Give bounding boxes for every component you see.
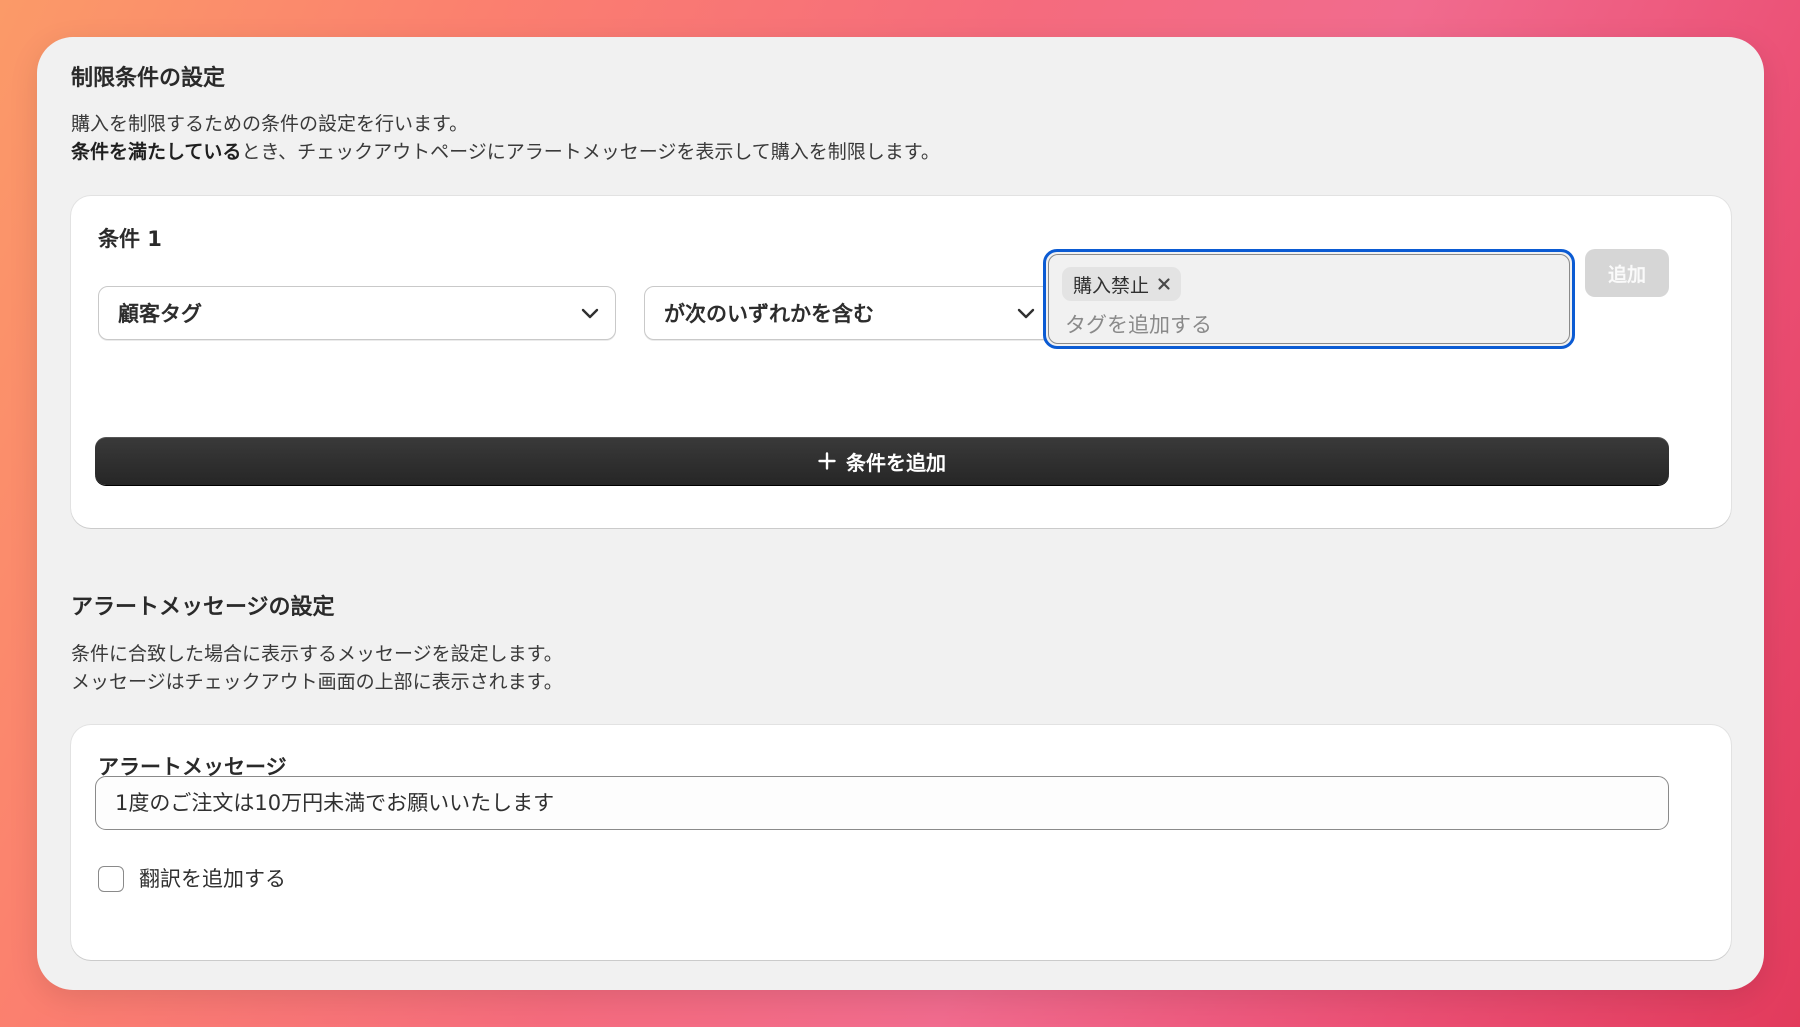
restrictions-description-line1: 購入を制限するための条件の設定を行います。	[71, 113, 469, 135]
close-icon[interactable]	[1157, 277, 1171, 291]
tag-chip: 購入禁止	[1062, 267, 1182, 301]
restrictions-description: 購入を制限するための条件の設定を行います。 条件を満たしているとき、チェックアウ…	[71, 110, 940, 166]
alert-description-line1: 条件に合致した場合に表示するメッセージを設定します。	[71, 643, 563, 665]
condition-field-select[interactable]: 顧客タグ	[98, 286, 616, 340]
alert-description-line2: メッセージはチェックアウト画面の上部に表示されます。	[71, 671, 563, 693]
add-condition-button[interactable]: 条件を追加	[95, 437, 1669, 485]
alert-message-label: アラートメッセージ	[98, 755, 287, 779]
condition-title: 条件 1	[98, 227, 162, 251]
plus-icon	[818, 452, 836, 470]
alert-description: 条件に合致した場合に表示するメッセージを設定します。 メッセージはチェックアウト…	[71, 640, 563, 696]
chevron-down-icon	[581, 308, 599, 319]
restrictions-description-emphasis: 条件を満たしている	[71, 141, 242, 163]
alert-section-title: アラートメッセージの設定	[71, 595, 335, 620]
alert-message-value: 1度のご注文は10万円未満でお願いいたします	[115, 791, 555, 815]
add-translation-label[interactable]: 翻訳を追加する	[139, 866, 286, 892]
tag-input[interactable]: 購入禁止 タグを追加する	[1043, 249, 1575, 349]
condition-field-value: 顧客タグ	[118, 302, 202, 326]
condition-operator-select[interactable]: が次のいずれかを含む	[644, 286, 1052, 340]
tag-input-placeholder: タグを追加する	[1065, 313, 1212, 337]
alert-message-input[interactable]: 1度のご注文は10万円未満でお願いいたします	[95, 776, 1669, 830]
alert-message-card	[71, 725, 1731, 960]
condition-operator-value: が次のいずれかを含む	[664, 302, 874, 326]
restrictions-section-title: 制限条件の設定	[71, 66, 226, 91]
settings-panel: 制限条件の設定 購入を制限するための条件の設定を行います。 条件を満たしていると…	[37, 37, 1764, 990]
add-tag-button[interactable]: 追加	[1585, 249, 1669, 297]
add-translation-checkbox[interactable]	[98, 866, 124, 892]
chevron-down-icon	[1017, 308, 1035, 319]
restrictions-description-line2: とき、チェックアウトページにアラートメッセージを表示して購入を制限します。	[241, 141, 940, 163]
add-condition-label: 条件を追加	[846, 450, 946, 475]
tag-chip-label: 購入禁止	[1073, 274, 1150, 297]
